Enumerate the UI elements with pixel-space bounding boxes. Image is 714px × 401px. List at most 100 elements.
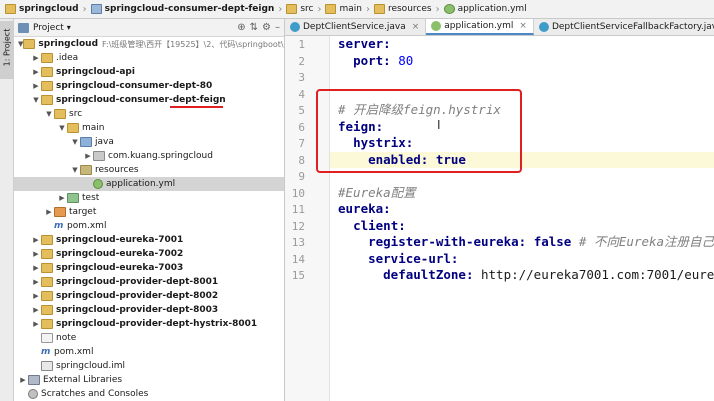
expand-right-icon[interactable]: ▶ [31, 82, 41, 90]
tree-item[interactable]: ▼ springcloud-consumer-dept-feign [14, 93, 284, 108]
tree-item[interactable]: ▶ springcloud-provider-dept-8003 [14, 303, 284, 317]
project-icon [18, 22, 29, 33]
chevron-right-icon: › [82, 3, 87, 15]
folder-icon [41, 95, 53, 105]
tree-item[interactable]: ▼ resources [14, 163, 284, 177]
tree-item[interactable]: ▼ main [14, 121, 284, 135]
editor-tab-label: DeptClientServiceFallbackFactory.java [551, 22, 714, 32]
expand-right-icon[interactable]: ▶ [31, 68, 41, 76]
hide-icon[interactable]: – [275, 22, 280, 33]
gear-icon[interactable]: ⚙ [262, 22, 271, 33]
editor-tab[interactable]: DeptClientService.java × [285, 19, 427, 35]
line-number: 6 [298, 120, 305, 134]
code-line: register-with-eureka: false # 不向Eureka注册… [338, 234, 714, 250]
tree-item[interactable]: ▶ springcloud-eureka-7003 [14, 261, 284, 275]
close-icon[interactable]: × [412, 22, 420, 32]
java-class-icon [290, 22, 300, 32]
expand-right-icon[interactable]: ▶ [31, 236, 41, 244]
expand-right-icon[interactable]: ▶ [18, 376, 28, 384]
tree-item[interactable]: note [14, 331, 284, 345]
tree-item[interactable]: ▼ springcloud F:\班级管理\西开【19525】\2、代码\sprin… [14, 37, 284, 51]
expand-right-icon[interactable]: ▶ [31, 264, 41, 272]
tree-item[interactable]: ▶ target [14, 205, 284, 219]
code-token: register-with-eureka: [368, 234, 534, 249]
tree-item-label: springcloud-provider-dept-8001 [56, 277, 219, 287]
line-number: 13 [291, 236, 305, 249]
tree-item-label: application.yml [106, 179, 176, 189]
breadcrumb-item[interactable]: resources [372, 0, 434, 18]
code-line: eureka: [338, 201, 391, 217]
expand-down-icon[interactable]: ▼ [31, 96, 41, 104]
expand-right-icon[interactable]: ▶ [31, 292, 41, 300]
tree-item-label: springcloud-provider-dept-8002 [56, 291, 219, 301]
tree-item[interactable]: m pom.xml [14, 345, 284, 359]
breadcrumb-item[interactable]: springcloud-consumer-dept-feign [89, 0, 277, 18]
tree-item-label: java [95, 137, 114, 147]
close-icon[interactable]: × [519, 21, 527, 31]
code-token: client: [353, 217, 406, 233]
chevron-down-icon[interactable]: ▾ [67, 23, 71, 32]
line-number: 2 [298, 54, 305, 68]
expand-down-icon[interactable]: ▼ [57, 124, 67, 132]
project-view-selector[interactable]: Project [33, 23, 64, 33]
tree-item-label: com.kuang.springcloud [108, 151, 213, 161]
breadcrumb-item[interactable]: application.yml [442, 0, 529, 18]
tree-item[interactable]: ▼ java [14, 135, 284, 149]
tree-item-path: F:\班级管理\西开【19525】\2、代码\springboot\sp [102, 39, 285, 49]
breadcrumb-item[interactable]: src [284, 0, 315, 18]
tree-item[interactable]: ▶ test [14, 191, 284, 205]
locate-icon[interactable]: ⊕ [237, 22, 245, 33]
code-token: defaultZone: [383, 267, 481, 282]
tree-item[interactable]: springcloud.iml [14, 359, 284, 373]
tree-item[interactable]: ▶ springcloud-api [14, 65, 284, 79]
module-file-icon [41, 361, 53, 371]
tree-item[interactable]: m pom.xml [14, 219, 284, 233]
editor-tab[interactable]: DeptClientServiceFallbackFactory.java× [534, 19, 714, 35]
expand-down-icon[interactable]: ▼ [70, 138, 80, 146]
tree-item[interactable]: ▶ com.kuang.springcloud [14, 149, 284, 163]
tree-item-label: springcloud-provider-dept-8003 [56, 305, 219, 315]
tree-item[interactable]: ▶ springcloud-eureka-7002 [14, 247, 284, 261]
project-panel-header: Project ▾ ⊕ ⇅ ⚙ – [14, 19, 284, 37]
tree-item[interactable]: ▶ springcloud-provider-dept-8001 [14, 275, 284, 289]
yml-file-icon [443, 4, 455, 14]
expand-right-icon[interactable]: ▶ [83, 152, 93, 160]
tree-item[interactable]: ▶ springcloud-eureka-7001 [14, 233, 284, 247]
breadcrumb-label: resources [387, 4, 432, 14]
yml-file-icon [431, 21, 442, 31]
breadcrumb-label: src [300, 4, 314, 14]
folder-icon [5, 4, 16, 14]
code-line: #Eureka配置 [338, 185, 416, 201]
project-tool-tab[interactable]: 1: Project [0, 21, 13, 79]
tree-item[interactable]: application.yml [14, 177, 284, 191]
folder-icon [67, 123, 79, 133]
breadcrumb-item[interactable]: main [323, 0, 364, 18]
expand-down-icon[interactable]: ▼ [44, 110, 54, 118]
collapse-icon[interactable]: ⇅ [250, 22, 258, 33]
tree-item[interactable]: ▶ External Libraries [14, 373, 284, 387]
expand-right-icon[interactable]: ▶ [31, 250, 41, 258]
tree-item-label: pom.xml [67, 221, 107, 231]
line-number: 15 [291, 269, 305, 282]
expand-right-icon[interactable]: ▶ [44, 208, 54, 216]
tree-item[interactable]: Scratches and Consoles [14, 387, 284, 401]
expand-right-icon[interactable]: ▶ [31, 320, 41, 328]
tree-item[interactable]: ▶ springcloud-provider-dept-8002 [14, 289, 284, 303]
tree-item[interactable]: ▶ springcloud-consumer-dept-80 [14, 79, 284, 93]
expand-right-icon[interactable]: ▶ [31, 278, 41, 286]
tree-item[interactable]: ▶ .idea [14, 51, 284, 65]
text-cursor-icon: I [437, 118, 441, 132]
tree-item[interactable]: ▼ src [14, 107, 284, 121]
tree-item[interactable]: ▶ springcloud-provider-dept-hystrix-8001 [14, 317, 284, 331]
expand-right-icon[interactable]: ▶ [31, 54, 41, 62]
expand-right-icon[interactable]: ▶ [31, 306, 41, 314]
expand-right-icon[interactable]: ▶ [57, 194, 67, 202]
code-line: defaultZone: http://eureka7001.com:7001/… [338, 267, 714, 283]
breadcrumb-item[interactable]: springcloud [3, 0, 81, 18]
code-token: # 不向Eureka注册自己 [571, 234, 714, 249]
editor-tab[interactable]: application.yml × [426, 19, 534, 35]
expand-down-icon[interactable]: ▼ [70, 166, 80, 174]
panel-toolbar: ⊕ ⇅ ⚙ – [237, 22, 284, 33]
library-icon [28, 375, 40, 385]
